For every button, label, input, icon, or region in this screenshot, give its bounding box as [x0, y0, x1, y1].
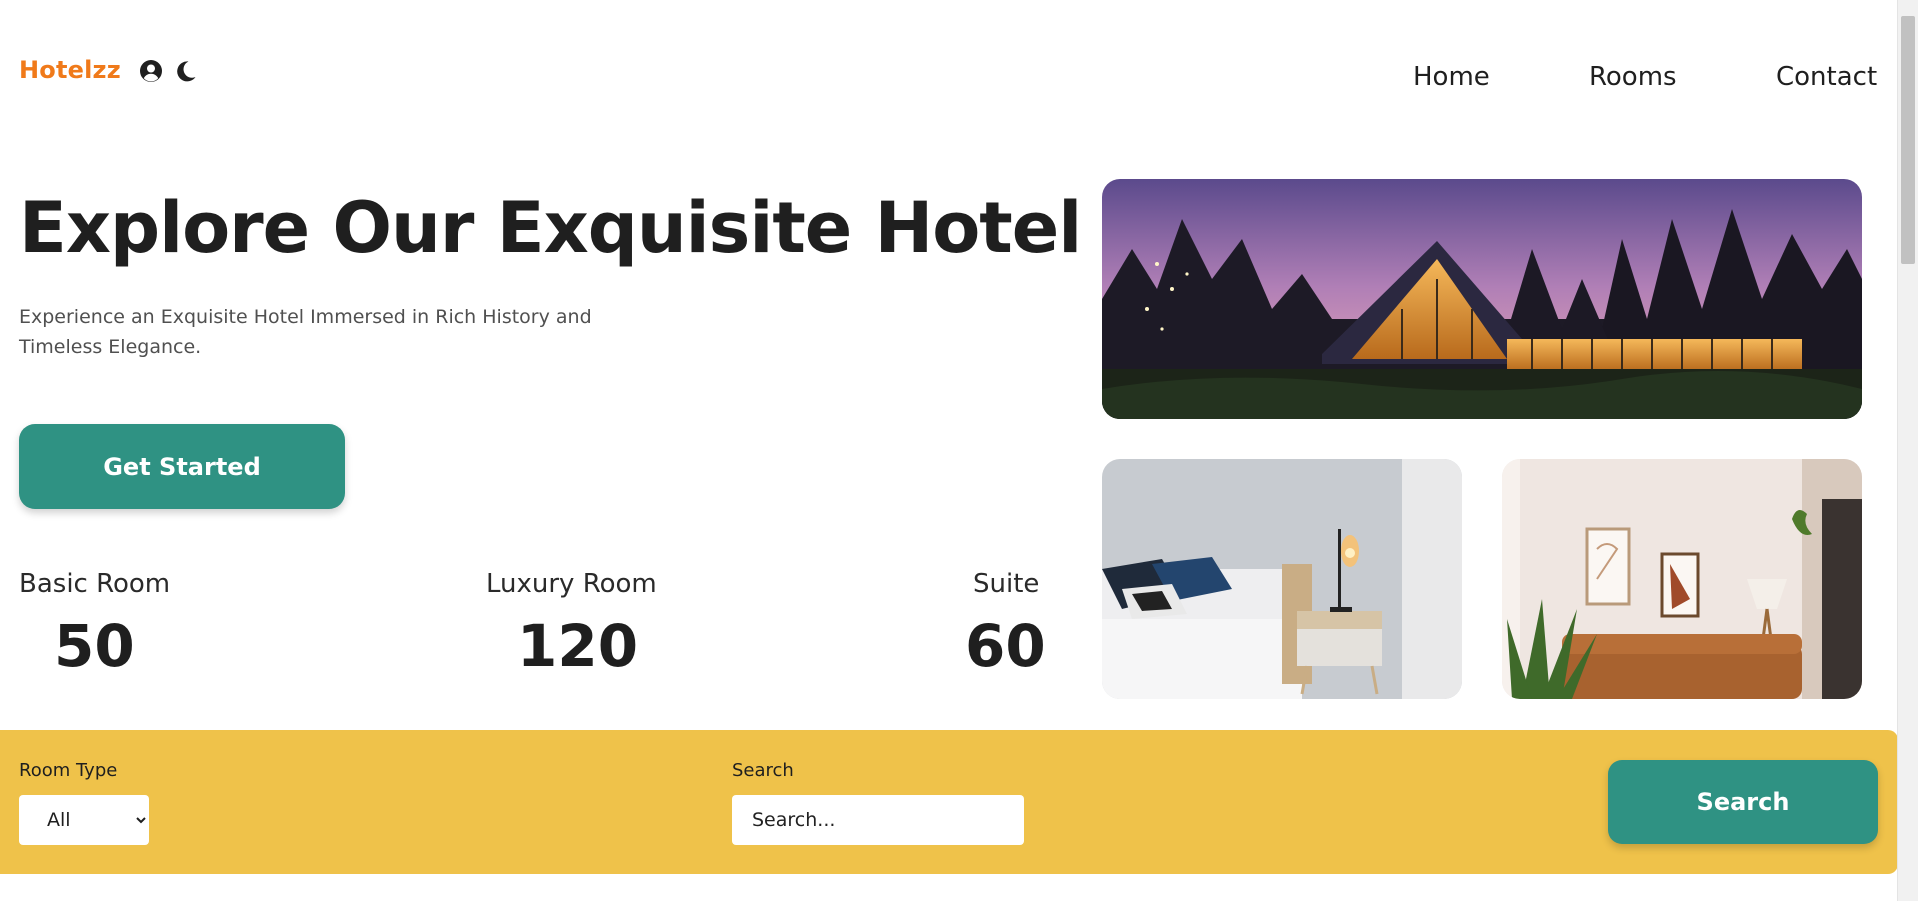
- search-label: Search: [732, 760, 794, 781]
- stat-value-basic: 50: [54, 612, 135, 680]
- nav-contact[interactable]: Contact: [1776, 62, 1877, 92]
- moon-icon[interactable]: [174, 59, 198, 83]
- nav-home[interactable]: Home: [1413, 62, 1490, 92]
- stat-value-suite: 60: [965, 612, 1046, 680]
- search-input[interactable]: [732, 795, 1024, 845]
- hotel-exterior-image: [1102, 179, 1862, 419]
- search-button[interactable]: Search: [1608, 760, 1878, 844]
- page-scrollbar[interactable]: [1897, 0, 1918, 901]
- user-circle-icon[interactable]: [139, 59, 163, 83]
- get-started-button[interactable]: Get Started: [19, 424, 345, 509]
- nav-rooms[interactable]: Rooms: [1589, 62, 1677, 92]
- brand-logo[interactable]: Hotelzz: [19, 56, 121, 84]
- hero-subtitle: Experience an Exquisite Hotel Immersed i…: [19, 306, 592, 358]
- stat-label-basic: Basic Room: [19, 569, 171, 599]
- room-type-label: Room Type: [19, 760, 118, 781]
- bedroom-image: [1102, 459, 1462, 699]
- hero-title: Explore Our Exquisite Hotel: [19, 187, 1082, 269]
- stat-label-luxury: Luxury Room: [486, 569, 657, 599]
- stat-value-luxury: 120: [517, 612, 639, 680]
- living-room-image: [1502, 459, 1862, 699]
- stat-label-suite: Suite: [973, 569, 1040, 599]
- room-type-select[interactable]: All: [19, 795, 149, 845]
- page: Hotelzz Home Rooms Contact Explore Our E…: [0, 0, 1898, 901]
- scrollbar-thumb[interactable]: [1901, 16, 1915, 264]
